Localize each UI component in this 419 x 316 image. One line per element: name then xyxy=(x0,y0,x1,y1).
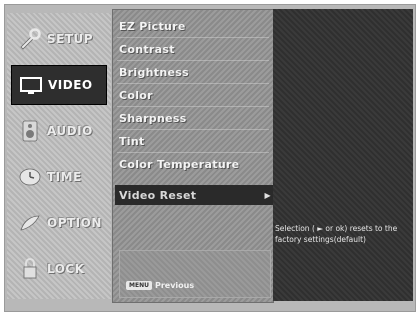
tv-osd-menu: SETUP VIDEO AUDIO TIME OPTION LOCK EZ Pi… xyxy=(4,4,416,312)
help-text: Selection ( ► or ok) resets to the facto… xyxy=(275,224,398,244)
previous-label: Previous xyxy=(154,281,195,290)
nav-item-lock[interactable]: LOCK xyxy=(11,249,107,289)
nav-item-label: VIDEO xyxy=(48,78,93,92)
menu-previous-hint[interactable]: MENU Previous xyxy=(126,281,194,290)
nav-item-label: SETUP xyxy=(47,32,94,46)
menu-item-color[interactable]: Color xyxy=(119,85,269,105)
menu-item-video-reset[interactable]: Video Reset ▶ xyxy=(115,185,275,205)
video-menu-list: EZ Picture Contrast Brightness Color Sha… xyxy=(112,9,275,303)
setup-wrench-icon xyxy=(17,27,43,51)
nav-item-label: OPTION xyxy=(47,216,102,230)
menu-button-chip: MENU xyxy=(126,281,152,290)
menu-item-color-temperature[interactable]: Color Temperature xyxy=(119,154,269,174)
clock-icon xyxy=(17,165,43,189)
nav-item-label: LOCK xyxy=(47,262,85,276)
nav-item-label: AUDIO xyxy=(47,124,93,138)
menu-item-label: Video Reset xyxy=(119,188,197,202)
nav-item-label: TIME xyxy=(47,170,82,184)
menu-item-contrast[interactable]: Contrast xyxy=(119,39,269,59)
menu-item-sharpness[interactable]: Sharpness xyxy=(119,108,269,128)
main-menu-sidebar: SETUP VIDEO AUDIO TIME OPTION LOCK xyxy=(7,13,111,299)
tv-screen-icon xyxy=(18,73,44,97)
nav-item-time[interactable]: TIME xyxy=(11,157,107,197)
nav-item-setup[interactable]: SETUP xyxy=(11,19,107,59)
menu-item-ez-picture[interactable]: EZ Picture xyxy=(119,16,269,36)
option-gear-icon xyxy=(17,211,43,235)
menu-item-tint[interactable]: Tint xyxy=(119,131,269,151)
nav-item-audio[interactable]: AUDIO xyxy=(11,111,107,151)
arrow-right-icon: ▶ xyxy=(264,190,271,200)
nav-item-option[interactable]: OPTION xyxy=(11,203,107,243)
nav-item-video[interactable]: VIDEO xyxy=(11,65,107,105)
padlock-icon xyxy=(17,257,43,281)
speaker-icon xyxy=(17,119,43,143)
preview-panel xyxy=(273,9,413,301)
menu-item-brightness[interactable]: Brightness xyxy=(119,62,269,82)
menu-preview-box: MENU Previous xyxy=(119,250,271,298)
